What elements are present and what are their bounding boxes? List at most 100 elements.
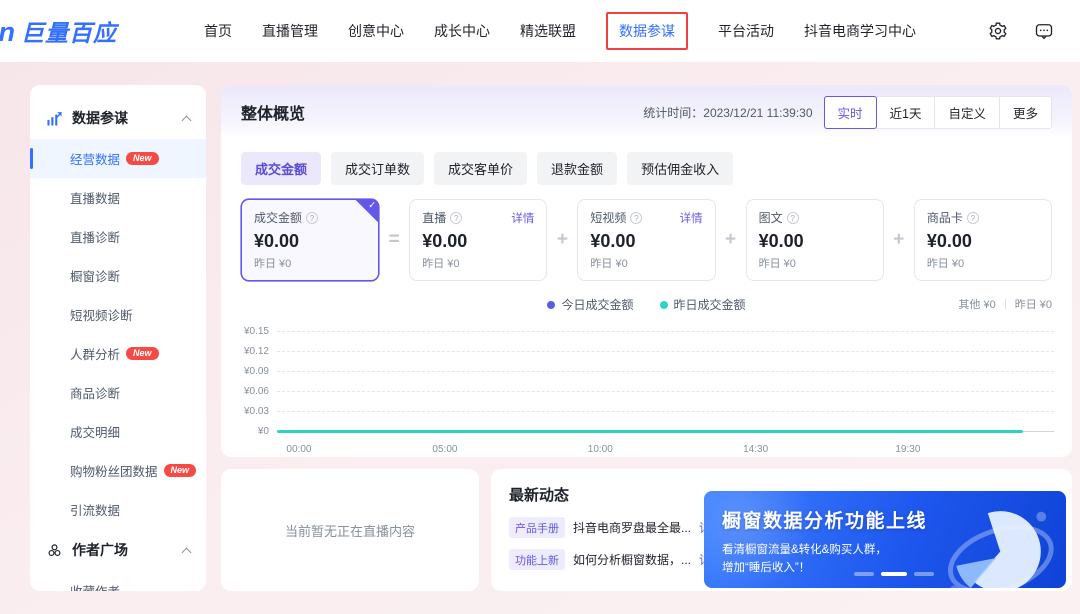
card-detail-link[interactable]: 详情: [680, 210, 703, 226]
brand-logo[interactable]: in 巨量百应: [0, 14, 204, 48]
carousel-dot[interactable]: [854, 572, 874, 576]
page-title: 整体概览: [241, 100, 305, 124]
card-yesterday-value: 昨日 ¥0: [254, 255, 366, 271]
operator-plus: +: [716, 199, 746, 281]
nav-item-growth-center[interactable]: 成长中心: [434, 21, 490, 41]
card-title: 图文: [759, 209, 783, 226]
stat-card-deal-amount[interactable]: ✓ 成交金额 ? ¥0.00 昨日 ¥0: [241, 199, 379, 281]
sidebar-item-short-video-diagnosis[interactable]: 短视频诊断: [30, 295, 206, 334]
nav-item-data-advisor[interactable]: 数据参谋: [619, 21, 675, 41]
sidebar-item-business-data[interactable]: 经营数据 New: [30, 139, 206, 178]
sidebar-item-traffic-data[interactable]: 引流数据: [30, 490, 206, 529]
sidebar-item-favorite-authors[interactable]: 收藏作者: [30, 571, 206, 591]
card-detail-link[interactable]: 详情: [511, 210, 534, 226]
operator-equals: =: [379, 199, 409, 281]
nav-item-platform-activities[interactable]: 平台活动: [718, 21, 774, 41]
news-text: 抖音电商罗盘最全最...: [573, 519, 691, 536]
carousel-dot-active[interactable]: [881, 572, 907, 576]
help-icon[interactable]: ?: [630, 212, 642, 224]
chart-header: 今日成交金额 昨日成交金额 其他 ¥0 昨日 ¥0: [221, 281, 1072, 319]
legend-today[interactable]: 今日成交金额: [547, 296, 633, 313]
sidebar-item-deal-details[interactable]: 成交明细: [30, 412, 206, 451]
stat-card-product-card[interactable]: 商品卡 ? ¥0.00 昨日 ¥0: [914, 199, 1052, 281]
sidebar-item-label: 引流数据: [70, 500, 120, 519]
yesterday-series-line: [277, 430, 1023, 433]
sidebar-item-fan-club-data[interactable]: 购物粉丝团数据 New: [30, 451, 206, 490]
sidebar-item-label: 直播数据: [70, 188, 120, 207]
page-content: 数据参谋 经营数据 New 直播数据 直播诊断 橱窗诊断 短视频诊断 人群分析 …: [0, 62, 1080, 591]
tab-deal-amount[interactable]: 成交金额: [241, 152, 321, 185]
sidebar-section-title: 作者广场: [72, 540, 128, 560]
legend-label: 昨日成交金额: [674, 296, 746, 313]
live-status-card: 当前暂无正在直播内容: [221, 469, 479, 591]
help-icon[interactable]: ?: [450, 212, 462, 224]
card-yesterday-value: 昨日 ¥0: [759, 255, 871, 271]
time-filter-more[interactable]: 更多: [999, 96, 1052, 129]
chevron-up-icon: [182, 547, 192, 557]
news-tag: 功能上新: [509, 549, 565, 570]
time-filter-last-1-day[interactable]: 近1天: [876, 96, 936, 129]
sidebar-item-label: 经营数据: [70, 149, 120, 168]
carousel-dot[interactable]: [914, 572, 934, 576]
other-total: 其他 ¥0: [958, 296, 995, 312]
nav-item-ecommerce-learning-center[interactable]: 抖音电商学习中心: [804, 21, 916, 41]
stat-cards-row: ✓ 成交金额 ? ¥0.00 昨日 ¥0 = 直播 ? 详情 ¥0.00: [221, 185, 1072, 281]
y-tick: ¥0.12: [235, 346, 277, 357]
authors-circles-icon: [46, 542, 63, 559]
sidebar-item-label: 橱窗诊断: [70, 266, 120, 285]
tab-estimated-commission[interactable]: 预估佣金收入: [627, 152, 733, 185]
sidebar-item-live-data[interactable]: 直播数据: [30, 178, 206, 217]
new-badge: New: [164, 464, 197, 478]
stat-time-value: 2023/12/21 11:39:30: [703, 106, 812, 120]
divider: [1005, 299, 1006, 309]
card-value: ¥0.00: [759, 231, 871, 252]
tab-order-count[interactable]: 成交订单数: [331, 152, 424, 185]
operator-plus: +: [884, 199, 914, 281]
card-value: ¥0.00: [927, 231, 1039, 252]
messages-bubble-icon[interactable]: [1034, 21, 1054, 41]
help-icon[interactable]: ?: [787, 212, 799, 224]
topbar: in 巨量百应 首页 直播管理 创意中心 成长中心 精选联盟 数据参谋 平台活动…: [0, 0, 1080, 62]
news-card: 最新动态 产品手册 抖音电商罗盘最全最... 详情 功能上新 如何分析橱窗数据，…: [491, 469, 1072, 591]
nav-item-creative-center[interactable]: 创意中心: [348, 21, 404, 41]
nav-item-home[interactable]: 首页: [204, 21, 232, 41]
card-title: 商品卡: [927, 209, 963, 226]
stat-card-short-video[interactable]: 短视频 ? 详情 ¥0.00 昨日 ¥0: [577, 199, 715, 281]
sidebar-item-audience-analysis[interactable]: 人群分析 New: [30, 334, 206, 373]
brand-logo-text: 巨量百应: [21, 14, 117, 48]
gridline: [277, 351, 1054, 352]
legend-yesterday[interactable]: 昨日成交金额: [660, 296, 746, 313]
time-filter-custom[interactable]: 自定义: [934, 96, 1000, 129]
stat-card-image-text[interactable]: 图文 ? ¥0.00 昨日 ¥0: [746, 199, 884, 281]
legend-dot-today: [547, 301, 555, 309]
topbar-icons: [988, 21, 1054, 41]
sidebar-item-product-diagnosis[interactable]: 商品诊断: [30, 373, 206, 412]
sidebar-item-live-diagnosis[interactable]: 直播诊断: [30, 217, 206, 256]
news-text: 如何分析橱窗数据，...: [573, 551, 691, 568]
zero-baseline: [277, 430, 1054, 433]
y-tick: ¥0.09: [235, 366, 277, 377]
carousel-dots: [854, 572, 934, 576]
sidebar-section-data-advisor[interactable]: 数据参谋: [30, 97, 206, 139]
help-icon[interactable]: ?: [967, 212, 979, 224]
sidebar-item-showcase-diagnosis[interactable]: 橱窗诊断: [30, 256, 206, 295]
nav-item-live-management[interactable]: 直播管理: [262, 21, 318, 41]
tab-refund-amount[interactable]: 退款金额: [537, 152, 617, 185]
stat-time-label: 统计时间：: [643, 106, 703, 120]
promo-banner[interactable]: 橱窗数据分析功能上线 看清橱窗流量&转化&购买人群， 增加“睡后收入”！: [704, 491, 1066, 588]
time-filter-realtime[interactable]: 实时: [824, 96, 877, 129]
news-tag: 产品手册: [509, 517, 565, 538]
x-tick: 05:00: [432, 444, 457, 455]
y-tick: ¥0: [235, 426, 277, 437]
sidebar-section-author-plaza[interactable]: 作者广场: [30, 529, 206, 571]
stat-card-live[interactable]: 直播 ? 详情 ¥0.00 昨日 ¥0: [409, 199, 547, 281]
time-filter-group: 实时 近1天 自定义 更多: [825, 96, 1053, 129]
help-icon[interactable]: ?: [306, 212, 318, 224]
x-tick: 00:00: [286, 444, 311, 455]
settings-gear-icon[interactable]: [988, 21, 1008, 41]
nav-item-featured-alliance[interactable]: 精选联盟: [520, 21, 576, 41]
stat-time: 统计时间：2023/12/21 11:39:30: [643, 104, 812, 121]
legend-dot-yesterday: [660, 301, 668, 309]
tab-avg-order-value[interactable]: 成交客单价: [434, 152, 527, 185]
brand-logo-mark: in: [0, 17, 14, 48]
